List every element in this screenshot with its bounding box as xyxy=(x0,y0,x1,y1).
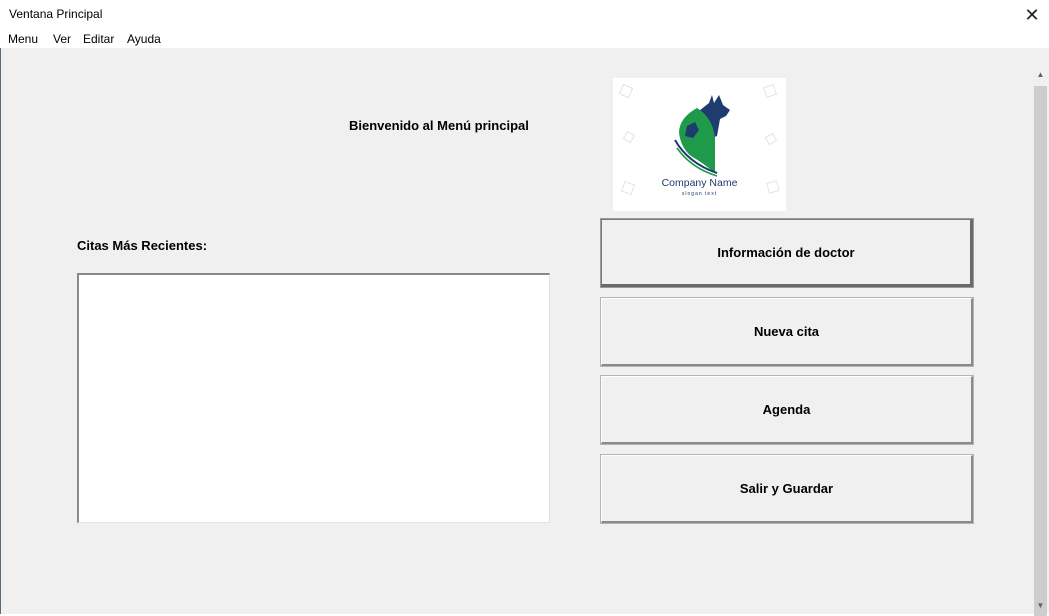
menu-item-editar[interactable]: Editar xyxy=(83,32,114,46)
company-logo: Company Name slogan text xyxy=(613,78,786,211)
menu-item-ver[interactable]: Ver xyxy=(53,32,71,46)
menu-bar: Menu Ver Editar Ayuda xyxy=(0,30,1049,48)
scroll-thumb[interactable] xyxy=(1034,86,1047,616)
agenda-button[interactable]: Agenda xyxy=(600,375,974,445)
new-appointment-button[interactable]: Nueva cita xyxy=(600,297,974,367)
save-exit-button[interactable]: Salir y Guardar xyxy=(600,454,974,524)
close-button[interactable]: ✕ xyxy=(1015,0,1049,30)
window-title: Ventana Principal xyxy=(9,7,103,21)
title-bar: Ventana Principal ✕ xyxy=(0,0,1049,30)
menu-item-menu[interactable]: Menu xyxy=(8,32,38,46)
menu-item-ayuda[interactable]: Ayuda xyxy=(127,32,161,46)
vertical-scrollbar[interactable]: ▲ ▼ xyxy=(1032,66,1049,616)
welcome-text: Bienvenido al Menú principal xyxy=(349,118,529,133)
scroll-down-icon[interactable]: ▼ xyxy=(1032,597,1049,614)
doctor-info-button[interactable]: Información de doctor xyxy=(600,218,974,288)
scroll-up-icon[interactable]: ▲ xyxy=(1032,66,1049,83)
recent-appointments-label: Citas Más Recientes: xyxy=(77,238,208,253)
close-icon: ✕ xyxy=(1024,4,1040,25)
recent-appointments-list[interactable] xyxy=(77,273,550,523)
logo-slogan: slogan text xyxy=(681,191,718,197)
logo-company-name: Company Name xyxy=(661,177,738,189)
